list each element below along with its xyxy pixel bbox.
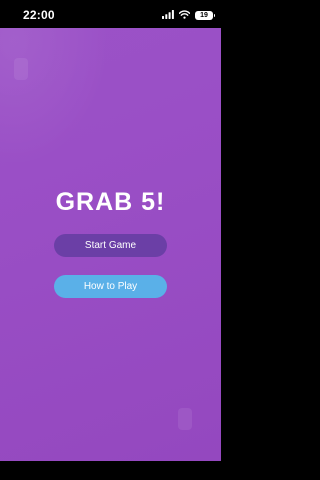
game-area: GRAB 5! Start Game How to Play bbox=[0, 28, 221, 461]
game-title: GRAB 5! bbox=[55, 188, 166, 216]
how-to-play-button[interactable]: How to Play bbox=[54, 275, 167, 298]
status-bar: 22:00 19 bbox=[0, 0, 221, 28]
battery-cap bbox=[213, 13, 215, 17]
signal-icon bbox=[162, 6, 174, 24]
battery-level: 19 bbox=[200, 11, 208, 19]
background-tile bbox=[14, 58, 28, 80]
game-screen: 22:00 19 GRAB 5! Start Game How to Play bbox=[0, 0, 221, 480]
bottom-bar bbox=[0, 461, 221, 480]
background-tile bbox=[178, 408, 192, 430]
wifi-icon bbox=[178, 6, 191, 24]
status-icons: 19 bbox=[162, 6, 215, 24]
battery-icon: 19 bbox=[195, 10, 215, 20]
background-glow bbox=[0, 28, 110, 168]
status-time: 22:00 bbox=[23, 8, 55, 22]
start-game-button[interactable]: Start Game bbox=[54, 234, 167, 257]
